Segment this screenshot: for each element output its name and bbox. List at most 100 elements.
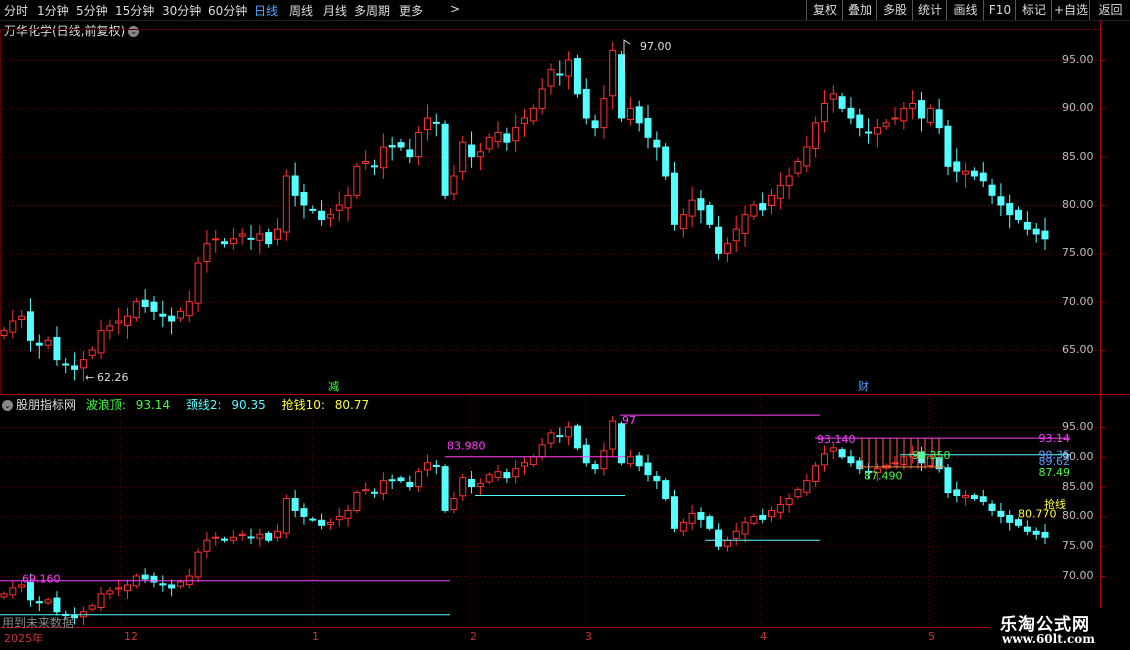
annot-69: 69.160 — [22, 573, 61, 586]
toolbar-button-1[interactable]: 叠加 — [842, 0, 877, 20]
toolbar-button-2[interactable]: 多股 — [876, 0, 913, 20]
toolbar-button-4[interactable]: 画线 — [946, 0, 984, 20]
main-candle-bar — [600, 98, 608, 129]
indicator-candle-bar — [9, 587, 17, 596]
main-candle-bar — [538, 88, 546, 109]
main-candle-bar — [150, 301, 158, 312]
indicator-candle-bar — [282, 498, 290, 534]
indicator-candle-bar — [291, 498, 299, 511]
period-tab-9[interactable]: 多周期 — [354, 2, 390, 19]
indicator-candle-bar — [759, 515, 767, 520]
indicator-candle-bar — [247, 536, 255, 539]
future-data-note: 用到未来数据 — [2, 616, 75, 630]
indicator-candle-bar — [238, 533, 246, 536]
main-candle-bar — [741, 214, 749, 235]
high-label: 97.00 — [640, 40, 672, 53]
indicator-menu-icon[interactable]: ⌄ — [2, 400, 13, 411]
indicator-candle-bar — [538, 444, 546, 458]
main-candle-bar — [776, 185, 784, 199]
indicator-candle-bar — [988, 503, 996, 511]
indicator-candle-bar — [521, 462, 528, 467]
period-tab-0[interactable]: 分时 — [4, 2, 28, 19]
period-tab-1[interactable]: 1分钟 — [37, 2, 69, 19]
main-candle-bar — [106, 325, 114, 332]
indicator-candle-bar — [397, 477, 405, 482]
indicator-candle-bar — [273, 530, 281, 539]
indicator-candle-bar — [318, 519, 326, 526]
period-tab-8[interactable]: 月线 — [323, 2, 347, 19]
period-tab-7[interactable]: 周线 — [289, 2, 313, 19]
main-candle-bar — [812, 122, 820, 149]
indicator-candle-bar — [203, 539, 211, 552]
toolbar-button-7[interactable]: +自选 — [1051, 0, 1090, 20]
main-candle-bar — [229, 238, 237, 245]
period-tab-2[interactable]: 5分钟 — [76, 2, 108, 19]
indicator-candle-bar — [715, 529, 723, 547]
indicator-candle-bar — [379, 480, 387, 494]
main-candle-bar — [626, 107, 634, 120]
indicator-axis-label: 95.00 — [1062, 420, 1094, 433]
main-candle-bar — [979, 172, 987, 182]
indicator-candle-bar — [776, 503, 784, 513]
grab-label: 抢钱10: — [281, 398, 325, 412]
main-candle-bar — [529, 107, 537, 122]
period-tab-3[interactable]: 15分钟 — [115, 2, 154, 19]
main-candle-bar — [0, 330, 8, 336]
toolbar-button-5[interactable]: F10 — [983, 0, 1016, 20]
main-candle-bar — [273, 228, 281, 240]
indicator-candle-bar — [529, 456, 537, 466]
indicator-candle-bar — [626, 456, 634, 465]
main-candle-bar — [521, 117, 528, 124]
event-mark-reduce: 减 — [328, 380, 339, 393]
indicator-candle-bar — [565, 426, 573, 438]
event-mark-finance: 财 — [858, 379, 869, 393]
date-axis-label: 5 — [928, 630, 935, 643]
main-candle-bar — [141, 299, 149, 308]
main-candle-bar — [944, 125, 952, 167]
indicator-candle-bar — [547, 432, 555, 444]
period-tab-6[interactable]: 日线 — [254, 2, 278, 19]
more-arrow-icon[interactable]: > — [450, 2, 460, 16]
low-arrow: ← — [85, 371, 94, 384]
main-candle-bar — [847, 107, 855, 119]
period-tab-10[interactable]: 更多 — [399, 2, 423, 19]
date-axis-label: 2 — [470, 630, 477, 643]
indicator-candle-bar — [88, 605, 96, 610]
toolbar: 分时 1分钟 5分钟 15分钟 30分钟 60分钟 日线 周线 月线 多周期 更多 > 复权 叠加 多股统… — [0, 0, 1130, 21]
main-candle-bar — [706, 204, 714, 225]
indicator-candle-bar — [265, 532, 273, 541]
period-tab-4[interactable]: 30分钟 — [162, 2, 201, 19]
indicator-candle-bar — [468, 478, 476, 488]
toolbar-button-6[interactable]: 标记 — [1015, 0, 1052, 20]
indicator-axis-label: 75.00 — [1062, 539, 1094, 553]
watermark-line2: www.60lt.com — [1002, 632, 1095, 646]
toolbar-button-3[interactable]: 统计 — [912, 0, 947, 20]
main-candle-bar — [697, 198, 705, 211]
indicator-candle-bar — [44, 599, 52, 604]
main-candle-bar — [732, 228, 740, 242]
indicator-candle-bar — [997, 510, 1005, 517]
indicator-axis-label: 85.00 — [1062, 479, 1094, 493]
main-candle-bar — [300, 191, 308, 206]
main-candle-bar — [344, 194, 352, 209]
main-candle-bar — [88, 349, 96, 356]
main-candle-bar — [926, 107, 934, 123]
toolbar-button-0[interactable]: 复权 — [806, 0, 843, 20]
main-candle-bar — [1041, 230, 1049, 240]
indicator-name: 股朋指标网 — [16, 398, 77, 412]
main-candle-bar — [71, 365, 79, 370]
main-candle-bar — [459, 141, 467, 173]
indicator-candle-bar — [723, 539, 731, 547]
main-candle-bar — [282, 175, 290, 233]
main-candle-bar — [635, 106, 643, 124]
main-candle-bar — [353, 165, 361, 196]
indicator-candle-bar — [503, 472, 511, 479]
price-axis-label: 80.00 — [1062, 198, 1094, 211]
main-candle-bar — [476, 151, 484, 158]
period-tab-5[interactable]: 60分钟 — [208, 2, 247, 19]
indicator-candle-bar — [221, 538, 229, 541]
toolbar-button-8[interactable]: 返回 — [1089, 0, 1130, 20]
indicator-axis-label: 70.00 — [1062, 569, 1094, 582]
kline-chart[interactable]: 97.00 62.26← 减 财 69.160 83.980 97 93.140 87.490 9… — [0, 20, 1130, 630]
indicator-candle-bar — [309, 518, 317, 521]
